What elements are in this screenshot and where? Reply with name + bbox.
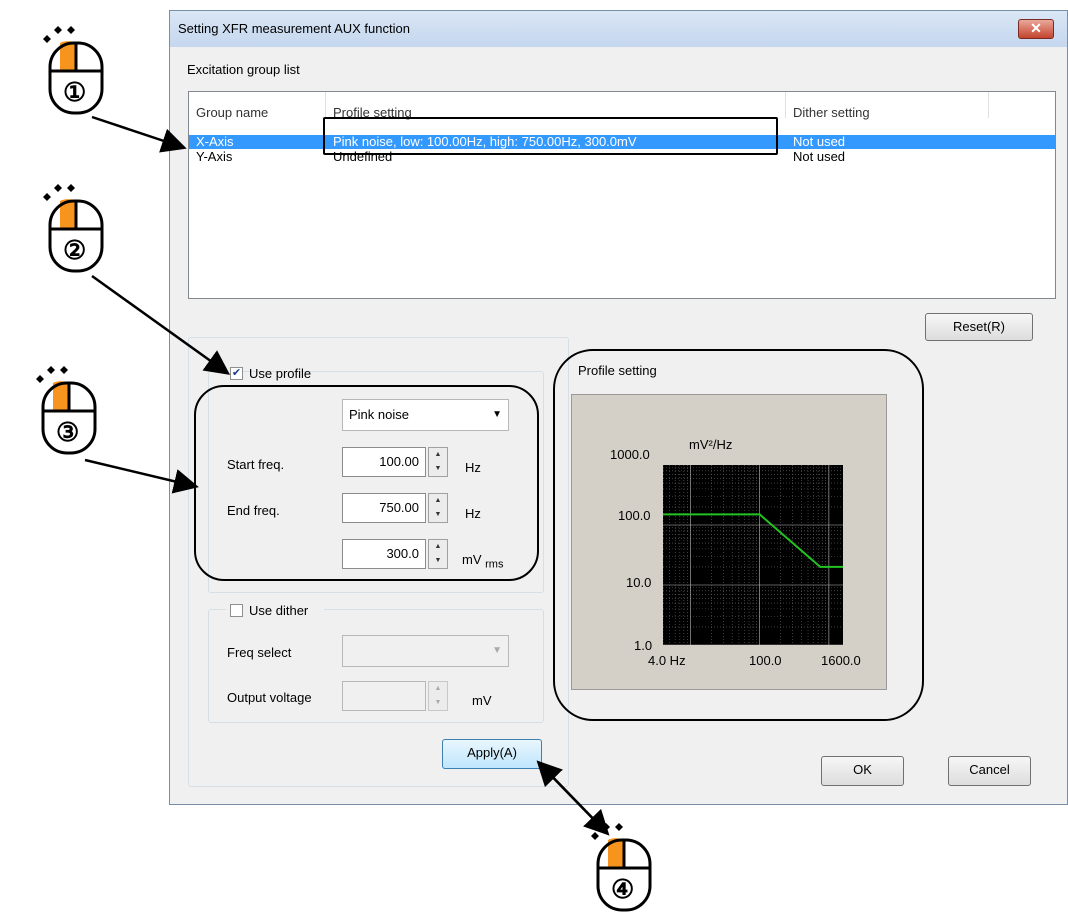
mouse-click-icon: ② xyxy=(40,183,110,276)
highlight-profile-fields xyxy=(194,385,539,581)
mouse-click-icon: ① xyxy=(40,25,110,118)
arrow-3 xyxy=(84,458,199,494)
arrow-1 xyxy=(91,115,187,153)
arrow-2 xyxy=(91,274,231,375)
step-number: ① xyxy=(63,77,87,107)
step-number: ④ xyxy=(611,874,635,904)
highlight-profile-chart xyxy=(553,349,924,721)
step-number: ③ xyxy=(56,417,80,447)
step-number: ② xyxy=(63,235,87,265)
highlight-profile-setting xyxy=(323,117,778,155)
mouse-click-icon: ④ xyxy=(588,822,658,915)
mouse-click-icon: ③ xyxy=(33,365,103,458)
